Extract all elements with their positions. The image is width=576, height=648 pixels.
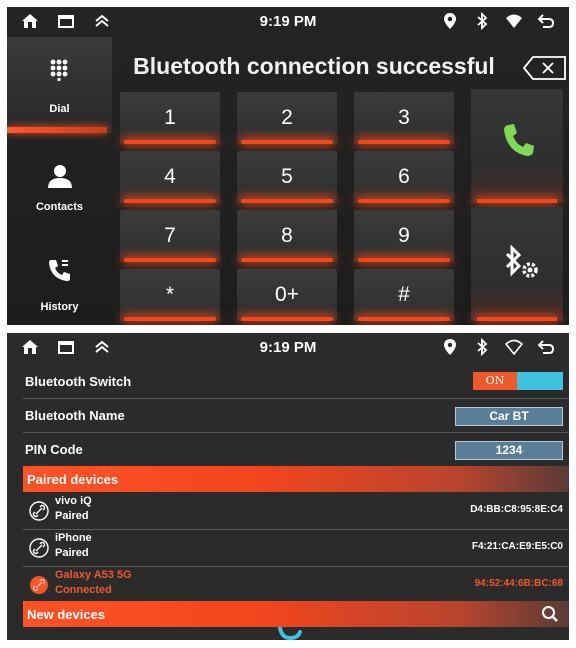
- dial-key-4[interactable]: 4: [120, 151, 220, 203]
- phone-call-icon: [504, 124, 534, 156]
- sidebar-item-contacts[interactable]: Contacts: [7, 135, 112, 231]
- bluetooth-name-field[interactable]: Car BT: [455, 407, 563, 426]
- dial-key-label: 7: [164, 224, 176, 247]
- device-name: vivo iQ: [55, 495, 92, 507]
- bluetooth-switch-row: Bluetooth Switch ON: [23, 365, 569, 399]
- dial-key-label: 5: [281, 165, 293, 188]
- device-name: Galaxy A53 5G: [55, 569, 132, 581]
- bluetooth-settings-button[interactable]: [471, 207, 563, 321]
- dial-key-label: 3: [398, 106, 410, 129]
- dial-key-8[interactable]: 8: [237, 210, 337, 262]
- connection-status-title: Bluetooth connection successful: [133, 53, 495, 79]
- dialer-screen: 9:19 PM Dial Contacts History Bluetooth …: [7, 7, 569, 325]
- call-button[interactable]: [471, 89, 563, 203]
- dial-key-hash[interactable]: #: [354, 269, 454, 321]
- link-icon: [29, 538, 49, 558]
- bluetooth-icon: [477, 338, 488, 356]
- bluetooth-settings-screen: 9:19 PM Bluetooth Switch ON Bluetooth Na…: [7, 333, 569, 640]
- device-status: Connected: [55, 584, 112, 596]
- location-icon: [444, 339, 456, 355]
- pin-code-label: PIN Code: [25, 442, 83, 457]
- bluetooth-switch-toggle[interactable]: ON: [473, 372, 563, 390]
- bluetooth-name-row: Bluetooth Name Car BT: [23, 399, 569, 433]
- dial-key-6[interactable]: 6: [354, 151, 454, 203]
- dial-key-label: 6: [398, 165, 410, 188]
- dial-key-label: 1: [164, 106, 176, 129]
- dial-key-label: 4: [164, 165, 176, 188]
- dial-key-label: 0+: [275, 283, 299, 306]
- sidebar-item-label: Dial: [49, 103, 70, 115]
- back-icon[interactable]: [537, 12, 555, 30]
- sidebar: Dial Contacts History: [7, 37, 112, 325]
- search-icon[interactable]: [541, 605, 559, 623]
- loading-spinner-icon: [278, 627, 302, 640]
- dial-key-label: 9: [398, 224, 410, 247]
- dial-key-label: 8: [281, 224, 293, 247]
- toggle-on-label: ON: [473, 372, 517, 390]
- pin-code-field[interactable]: 1234: [455, 441, 563, 460]
- device-mac: D4:BB:C8:95:8E:C4: [470, 504, 563, 515]
- new-devices-label: New devices: [27, 607, 106, 622]
- paired-devices-header: Paired devices: [23, 466, 569, 492]
- dial-key-2[interactable]: 2: [237, 92, 337, 144]
- paired-device-galaxy[interactable]: Galaxy A53 5G Connected 94:52:44:6B:BC:6…: [23, 567, 569, 604]
- new-devices-header: New devices: [23, 601, 569, 627]
- back-icon[interactable]: [537, 338, 555, 356]
- dial-key-1[interactable]: 1: [120, 92, 220, 144]
- paired-devices-label: Paired devices: [27, 472, 119, 487]
- device-status: Paired: [55, 547, 89, 559]
- call-history-icon: [49, 260, 70, 281]
- status-bar: 9:19 PM: [7, 333, 569, 361]
- sidebar-item-label: History: [40, 301, 79, 313]
- sidebar-item-history[interactable]: History: [7, 231, 112, 325]
- bluetooth-icon: [477, 12, 488, 30]
- device-name: iPhone: [55, 532, 92, 544]
- toggle-track: [517, 372, 563, 390]
- dial-key-7[interactable]: 7: [120, 210, 220, 262]
- sidebar-item-label: Contacts: [35, 201, 84, 213]
- bluetooth-settings-icon: [505, 245, 538, 278]
- location-icon: [444, 13, 456, 29]
- dial-key-label: *: [165, 283, 175, 306]
- bluetooth-name-label: Bluetooth Name: [25, 408, 125, 423]
- dial-key-9[interactable]: 9: [354, 210, 454, 262]
- wifi-icon: [506, 14, 522, 28]
- dial-key-label: #: [398, 283, 410, 306]
- dial-key-star[interactable]: *: [120, 269, 220, 321]
- bluetooth-switch-label: Bluetooth Switch: [25, 374, 132, 389]
- dial-key-label: 2: [281, 106, 293, 129]
- dial-key-3[interactable]: 3: [354, 92, 454, 144]
- link-icon: [29, 501, 49, 521]
- pin-code-row: PIN Code 1234: [23, 433, 569, 467]
- dial-key-zero[interactable]: 0+: [237, 269, 337, 321]
- device-mac: 94:52:44:6B:BC:68: [474, 578, 563, 589]
- dial-key-5[interactable]: 5: [237, 151, 337, 203]
- wifi-icon: [505, 339, 523, 356]
- status-bar: 9:19 PM: [7, 7, 569, 35]
- sidebar-item-dial[interactable]: Dial: [7, 37, 112, 133]
- paired-device-iphone[interactable]: iPhone Paired F4:21:CA:E9:E5:C0: [23, 530, 569, 567]
- device-status: Paired: [55, 510, 89, 522]
- backspace-icon[interactable]: [523, 55, 567, 81]
- contact-icon: [48, 165, 72, 188]
- link-icon: [30, 576, 48, 594]
- dialpad-icon: [50, 59, 68, 81]
- device-mac: F4:21:CA:E9:E5:C0: [471, 541, 563, 552]
- paired-device-vivo[interactable]: vivo iQ Paired D4:BB:C8:95:8E:C4: [23, 493, 569, 530]
